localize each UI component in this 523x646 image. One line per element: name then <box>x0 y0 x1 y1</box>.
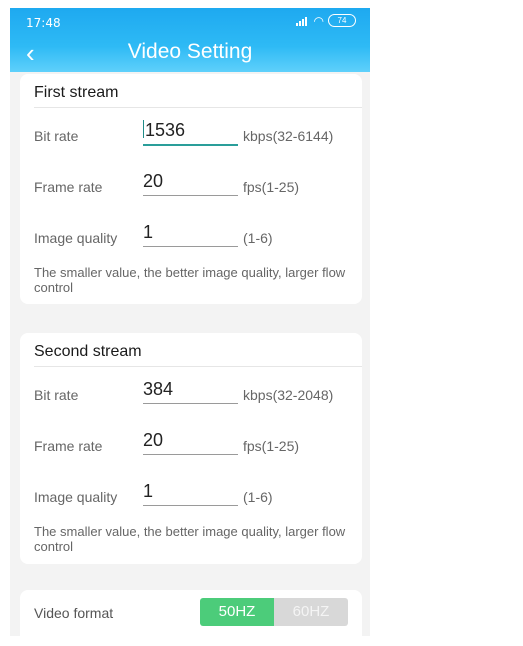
status-icons: ◠ 74 <box>295 13 356 28</box>
text-cursor <box>143 120 144 138</box>
signal-icon <box>295 16 310 26</box>
image-quality-label: Image quality <box>34 489 118 505</box>
header-bar: 17:48 ◠ 74 ‹ Video Setting <box>10 8 370 72</box>
first-bit-rate-row: Bit rate 1536 kbps(32-6144) <box>34 120 354 148</box>
frame-rate-unit: fps(1-25) <box>243 179 300 195</box>
first-image-quality-row: Image quality 1 (1-6) <box>34 222 354 250</box>
page-title: Video Setting <box>127 40 253 63</box>
image-quality-unit: (1-6) <box>243 230 273 246</box>
second-image-quality-input[interactable]: 1 <box>143 481 238 506</box>
second-bit-rate-input[interactable]: 384 <box>143 379 238 404</box>
frame-rate-label: Frame rate <box>34 179 103 195</box>
first-frame-rate-input[interactable]: 20 <box>143 171 238 196</box>
image-quality-label: Image quality <box>34 230 118 246</box>
video-format-label: Video format <box>34 605 114 621</box>
frame-rate-label: Frame rate <box>34 438 103 454</box>
second-stream-note: The smaller value, the better image qual… <box>34 524 346 554</box>
first-frame-rate-row: Frame rate 20 fps(1-25) <box>34 171 354 199</box>
bit-rate-label: Bit rate <box>34 128 79 144</box>
first-image-quality-input[interactable]: 1 <box>143 222 238 247</box>
bit-rate-label: Bit rate <box>34 387 79 403</box>
bit-rate-unit: kbps(32-2048) <box>243 387 334 403</box>
phone-screen: 17:48 ◠ 74 ‹ Video Setting First stream … <box>10 8 370 636</box>
divider <box>34 366 362 367</box>
status-time: 17:48 <box>26 16 61 30</box>
second-stream-title: Second stream <box>34 343 142 360</box>
second-bit-rate-row: Bit rate 384 kbps(32-2048) <box>34 379 354 407</box>
bit-rate-unit: kbps(32-6144) <box>243 128 334 144</box>
first-bit-rate-input[interactable]: 1536 <box>143 120 238 146</box>
first-stream-title: First stream <box>34 84 119 101</box>
wifi-icon: ◠ <box>313 13 324 28</box>
second-frame-rate-input[interactable]: 20 <box>143 430 238 455</box>
format-60hz-button[interactable]: 60HZ <box>274 598 348 626</box>
first-stream-card: First stream Bit rate 1536 kbps(32-6144)… <box>20 74 362 304</box>
divider <box>34 107 362 108</box>
format-50hz-button[interactable]: 50HZ <box>200 598 274 626</box>
first-stream-note: The smaller value, the better image qual… <box>34 265 346 295</box>
battery-icon: 74 <box>328 14 356 27</box>
second-image-quality-row: Image quality 1 (1-6) <box>34 481 354 509</box>
first-bit-rate-value: 1536 <box>145 120 186 140</box>
second-frame-rate-row: Frame rate 20 fps(1-25) <box>34 430 354 458</box>
video-format-toggle: 50HZ 60HZ <box>200 598 348 626</box>
image-quality-unit: (1-6) <box>243 489 273 505</box>
second-stream-card: Second stream Bit rate 384 kbps(32-2048)… <box>20 333 362 564</box>
frame-rate-unit: fps(1-25) <box>243 438 300 454</box>
video-format-card: Video format 50HZ 60HZ <box>20 590 362 636</box>
